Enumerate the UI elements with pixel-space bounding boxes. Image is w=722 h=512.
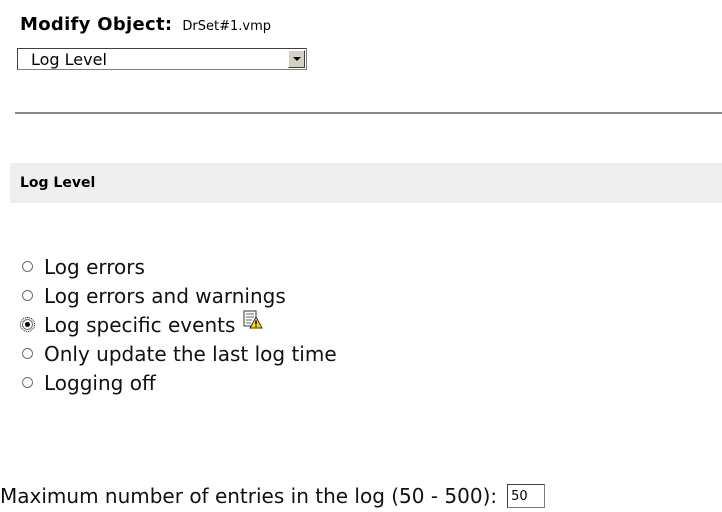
option-update-last-log-time[interactable]: Only update the last log time: [22, 339, 337, 368]
option-label: Log errors: [44, 254, 145, 279]
section-title: Log Level: [20, 175, 96, 191]
radio-update-last-log-time[interactable]: [22, 348, 33, 359]
section-header: Log Level: [10, 163, 722, 203]
log-level-options: Log errors Log errors and warnings Log s…: [20, 252, 337, 397]
option-label: Only update the last log time: [44, 341, 337, 366]
option-logging-off[interactable]: Logging off: [22, 368, 337, 397]
option-log-errors-warnings[interactable]: Log errors and warnings: [22, 281, 337, 310]
option-label: Log specific events: [44, 312, 236, 337]
max-entries-label: Maximum number of entries in the log (50…: [0, 484, 498, 508]
radio-log-errors-warnings[interactable]: [22, 290, 33, 301]
option-label: Logging off: [44, 370, 156, 395]
radio-logging-off[interactable]: [22, 377, 33, 388]
option-log-errors[interactable]: Log errors: [22, 252, 337, 281]
chevron-down-icon: [292, 57, 301, 61]
max-entries-input[interactable]: [507, 484, 546, 508]
option-label: Log errors and warnings: [44, 283, 286, 308]
view-select-value: Log Level: [31, 49, 107, 69]
radio-log-errors[interactable]: [22, 261, 33, 272]
radio-log-specific-events[interactable]: [20, 317, 35, 332]
log-events-settings-icon[interactable]: [243, 310, 264, 330]
object-name: DrSet#1.vmp: [182, 19, 272, 34]
view-select[interactable]: Log Level: [17, 48, 307, 70]
option-log-specific-events[interactable]: Log specific events: [20, 310, 337, 339]
page-title: Modify Object:: [20, 14, 173, 35]
dropdown-arrow-button[interactable]: [288, 50, 305, 68]
page-header: Modify Object: DrSet#1.vmp: [20, 14, 271, 35]
max-entries-row: Maximum number of entries in the log (50…: [0, 484, 546, 508]
divider: [15, 112, 722, 114]
